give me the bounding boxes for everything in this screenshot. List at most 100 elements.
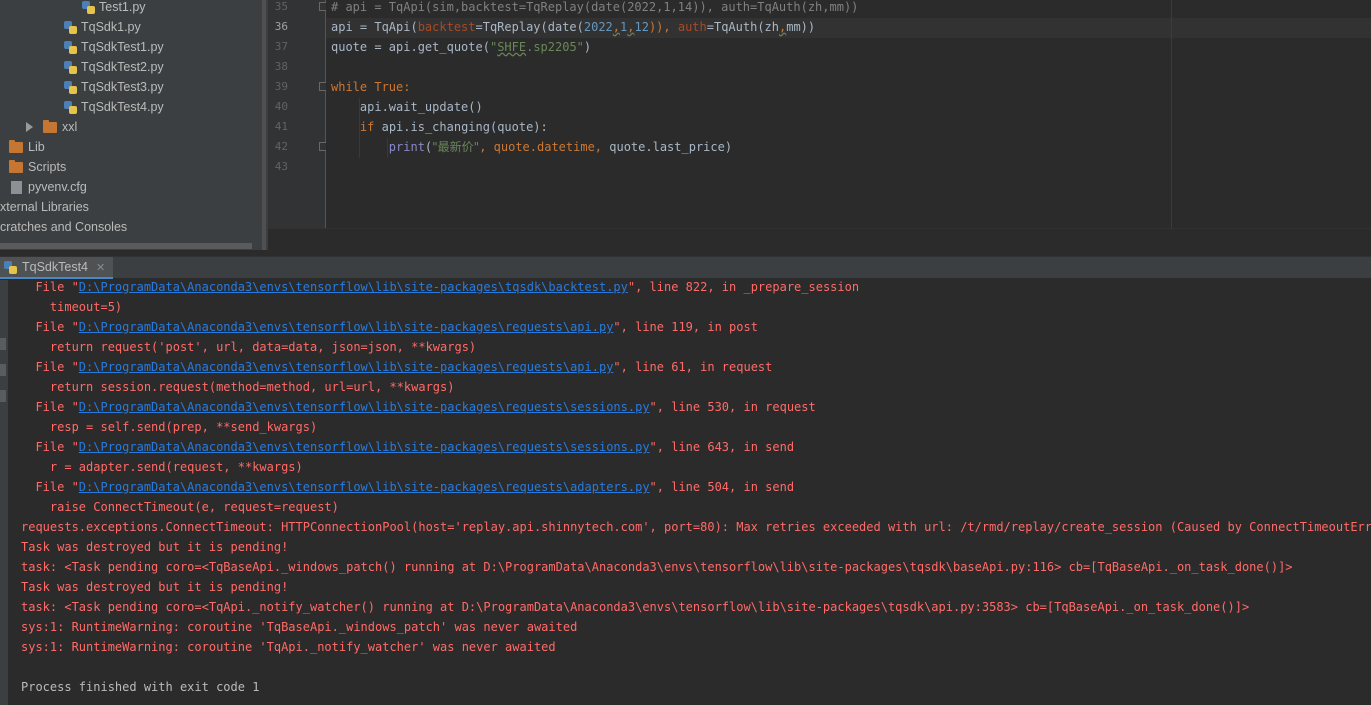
console-text: ", line 643, in send	[649, 440, 795, 454]
console-line: Task was destroyed but it is pending!	[21, 580, 289, 594]
console-line: return request('post', url, data=data, j…	[21, 340, 477, 354]
code-editor[interactable]: # api = TqApi(sim,backtest=TqReplay(date…	[326, 0, 1371, 228]
console-text: ", line 530, in request	[649, 400, 816, 414]
code-token: 2022	[583, 20, 613, 34]
console-text: ", line 822, in _prepare_session	[627, 280, 860, 294]
python-file-icon	[64, 40, 77, 54]
project-horizontal-scrollbar[interactable]	[0, 243, 252, 249]
project-vertical-scrollbar[interactable]	[262, 0, 266, 250]
file-path-link[interactable]: D:\ProgramData\Anaconda3\envs\tensorflow…	[79, 480, 650, 494]
close-icon[interactable]: ✕	[96, 261, 105, 274]
tree-item-label: TqSdkTest3.py	[81, 80, 164, 94]
run-tab-tqsdktest4[interactable]: TqSdkTest4 ✕	[0, 257, 114, 279]
toolbar-button-icon[interactable]	[0, 338, 6, 350]
console-line: task: <Task pending coro=<TqApi._notify_…	[21, 600, 1250, 614]
toolbar-button-icon[interactable]	[0, 390, 6, 402]
console-line: File "D:\ProgramData\Anaconda3\envs\tens…	[21, 397, 816, 417]
line-number: 37	[274, 40, 288, 53]
tree-item-label: TqSdkTest2.py	[81, 60, 164, 74]
line-number-current: 36	[274, 20, 288, 33]
tree-item-pyvenv-cfg[interactable]: pyvenv.cfg	[11, 177, 87, 197]
editor-gutter: 35 36 37 38 39 40 41 42 43	[268, 0, 328, 228]
console-line: requests.exceptions.ConnectTimeout: HTTP…	[21, 520, 1371, 534]
folder-icon	[43, 119, 57, 133]
code-line-40: api.wait_update()	[331, 100, 483, 114]
tree-item-label: xxl	[62, 120, 78, 134]
config-file-icon	[11, 180, 22, 194]
file-path-link[interactable]: D:\ProgramData\Anaconda3\envs\tensorflow…	[79, 440, 650, 454]
code-token: "最新价"	[432, 140, 480, 154]
code-line-35: # api = TqApi(sim,backtest=TqReplay(date…	[331, 0, 859, 14]
tree-item-tqsdk1-py[interactable]: TqSdk1.py	[64, 17, 141, 37]
console-line: raise ConnectTimeout(e, request=request)	[21, 500, 339, 514]
code-line-37: quote = api.get_quote("SHFE.sp2205")	[331, 37, 591, 57]
file-path-link[interactable]: D:\ProgramData\Anaconda3\envs\tensorflow…	[79, 400, 650, 414]
tree-item-label: TqSdk1.py	[81, 20, 141, 34]
file-path-link[interactable]: D:\ProgramData\Anaconda3\envs\tensorflow…	[79, 280, 628, 294]
folder-icon	[9, 139, 23, 153]
tree-item-label: cratches and Consoles	[0, 220, 128, 234]
tree-item-label: pyvenv.cfg	[28, 180, 87, 194]
console-text: File "	[21, 480, 79, 494]
console-line: File "D:\ProgramData\Anaconda3\envs\tens…	[21, 477, 794, 497]
editor-bottom-area	[268, 228, 1371, 250]
tree-item-label: xternal Libraries	[0, 200, 89, 214]
code-token: .sp2205"	[526, 40, 584, 54]
code-token: auth	[677, 20, 707, 34]
code-line-42: print("最新价", quote.datetime, quote.last_…	[331, 137, 732, 157]
code-line-41: if api.is_changing(quote):	[331, 117, 548, 137]
console-text: ", line 504, in send	[649, 480, 795, 494]
console-line: task: <Task pending coro=<TqBaseApi._win…	[21, 560, 1293, 574]
tree-item-xternal-libraries[interactable]: xternal Libraries	[0, 197, 89, 217]
tree-item-label: Test1.py	[99, 0, 146, 14]
toolbar-button-icon[interactable]	[0, 364, 6, 376]
code-token: api = TqApi(	[331, 20, 418, 34]
python-file-icon	[64, 100, 77, 114]
run-toolbar-strip	[0, 280, 8, 705]
tree-item-label: Scripts	[28, 160, 67, 174]
file-path-link[interactable]: D:\ProgramData\Anaconda3\envs\tensorflow…	[79, 320, 614, 334]
tree-item-scripts[interactable]: Scripts	[9, 157, 66, 177]
code-token: quote.last_price)	[609, 140, 733, 154]
console-line: File "D:\ProgramData\Anaconda3\envs\tens…	[21, 317, 757, 337]
line-number: 42	[274, 140, 288, 153]
console-line: Task was destroyed but it is pending!	[21, 540, 289, 554]
console-line: sys:1: RuntimeWarning: coroutine 'TqApi.…	[21, 640, 556, 654]
code-token: )	[583, 40, 592, 54]
tree-item-lib[interactable]: Lib	[9, 137, 45, 157]
line-number: 40	[274, 100, 288, 113]
code-token: quote = api.get_quote(	[331, 40, 490, 54]
code-token: )),	[648, 20, 678, 34]
python-file-icon	[82, 0, 95, 14]
console-line: File "D:\ProgramData\Anaconda3\envs\tens…	[21, 357, 772, 377]
tree-item-xxl[interactable]: xxl	[26, 117, 77, 137]
code-token: mm))	[786, 20, 816, 34]
code-line-39: while True:	[331, 77, 411, 97]
tree-item-tqsdktest1-py[interactable]: TqSdkTest1.py	[64, 37, 164, 57]
python-file-icon	[4, 260, 17, 274]
run-console-output[interactable]: File "D:\ProgramData\Anaconda3\envs\tens…	[8, 280, 1371, 705]
tree-item-label: TqSdkTest1.py	[81, 40, 164, 54]
tree-item-tqsdktest3-py[interactable]: TqSdkTest3.py	[64, 77, 164, 97]
run-tab-label: TqSdkTest4	[22, 260, 89, 274]
console-text: File "	[21, 400, 79, 414]
console-line: return session.request(method=method, ur…	[21, 380, 455, 394]
tree-item-tqsdktest4-py[interactable]: TqSdkTest4.py	[64, 97, 164, 117]
file-path-link[interactable]: D:\ProgramData\Anaconda3\envs\tensorflow…	[79, 360, 614, 374]
code-token: , quote.datetime	[479, 140, 595, 154]
tree-item-cratches-and-consoles[interactable]: cratches and Consoles	[0, 217, 127, 237]
tree-item-tqsdktest2-py[interactable]: TqSdkTest2.py	[64, 57, 164, 77]
code-token: ,	[594, 140, 610, 154]
console-line: sys:1: RuntimeWarning: coroutine 'TqBase…	[21, 620, 578, 634]
code-token: =TqReplay(date(	[475, 20, 584, 34]
tree-item-test1-py[interactable]: Test1.py	[82, 0, 146, 17]
run-tool-window-header: TqSdkTest4 ✕	[0, 256, 1371, 279]
console-line: timeout=5)	[21, 300, 123, 314]
code-token: 12	[634, 20, 649, 34]
python-file-icon	[64, 20, 77, 34]
console-text: File "	[21, 440, 79, 454]
expand-arrow-icon[interactable]	[26, 122, 33, 132]
console-line: r = adapter.send(request, **kwargs)	[21, 460, 303, 474]
